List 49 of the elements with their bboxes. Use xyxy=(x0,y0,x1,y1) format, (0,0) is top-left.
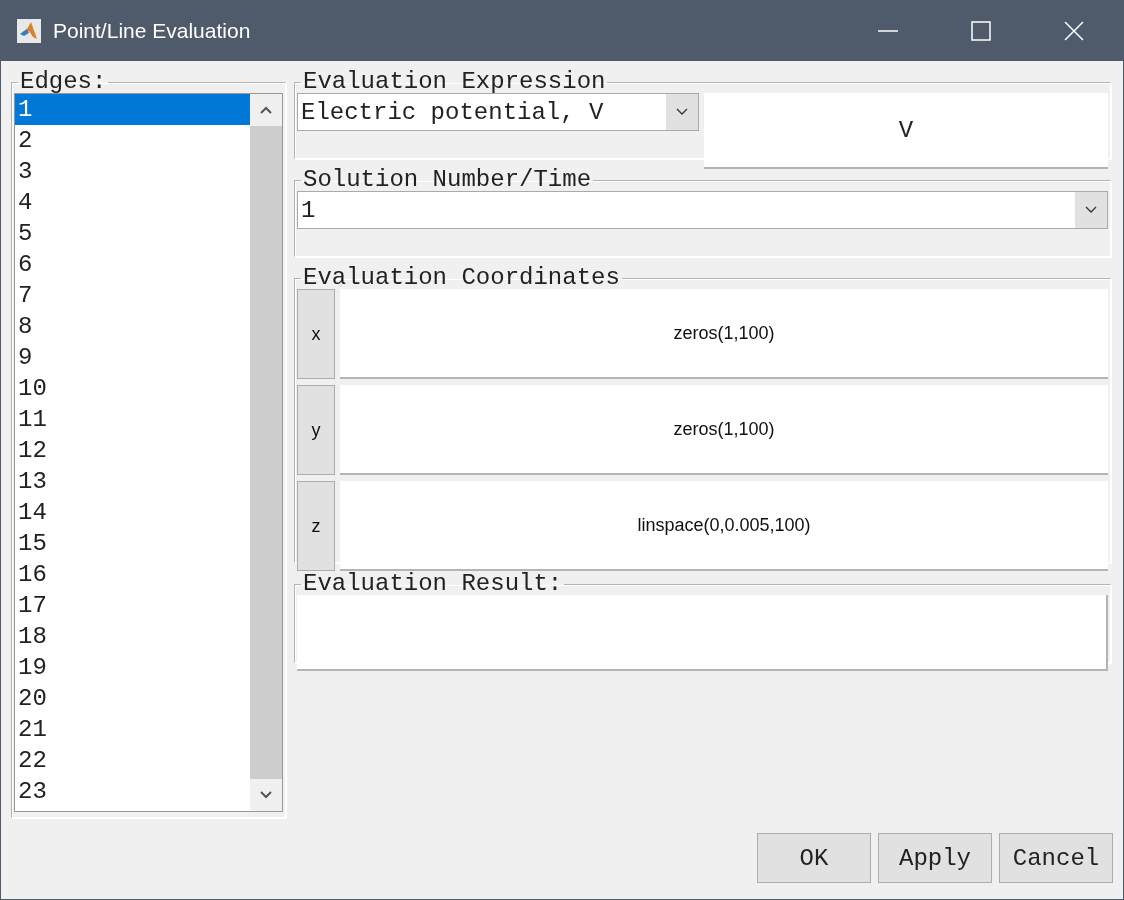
group-label: Evaluation Expression xyxy=(302,71,607,93)
list-item[interactable]: 10 xyxy=(15,373,250,404)
coordinate-field[interactable]: zeros(1,100) xyxy=(340,385,1108,475)
chevron-down-icon xyxy=(676,108,688,116)
coordinate-field[interactable]: linspace(0,0.005,100) xyxy=(340,481,1108,571)
group-label: Evaluation Coordinates xyxy=(302,267,621,289)
app-icon xyxy=(17,18,41,43)
axis-button[interactable]: y xyxy=(297,385,335,475)
expression-dropdown[interactable]: Electric potential, V xyxy=(297,93,699,131)
list-item[interactable]: 14 xyxy=(15,497,250,528)
list-item[interactable]: 11 xyxy=(15,404,250,435)
list-item[interactable]: 5 xyxy=(15,218,250,249)
coordinate-field[interactable]: zeros(1,100) xyxy=(340,289,1108,379)
list-item[interactable]: 18 xyxy=(15,621,250,652)
list-item[interactable]: 13 xyxy=(15,466,250,497)
list-item[interactable]: 7 xyxy=(15,280,250,311)
list-item[interactable]: 2 xyxy=(15,125,250,156)
window-title: Point/Line Evaluation xyxy=(53,18,251,43)
group-label: Edges: xyxy=(19,71,108,93)
group-label: Solution Number/Time xyxy=(302,169,593,191)
list-item[interactable]: 6 xyxy=(15,249,250,280)
dialog-button[interactable]: Cancel xyxy=(999,833,1113,883)
list-item[interactable]: 12 xyxy=(15,435,250,466)
list-item[interactable]: 9 xyxy=(15,342,250,373)
scroll-down-icon[interactable] xyxy=(260,791,272,799)
axis-button[interactable]: x xyxy=(297,289,335,379)
dialog-button[interactable]: Apply xyxy=(878,833,992,883)
list-item[interactable]: 8 xyxy=(15,311,250,342)
group-label: Evaluation Result: xyxy=(302,573,564,595)
list-item[interactable]: 19 xyxy=(15,652,250,683)
solution-dropdown[interactable]: 1 xyxy=(297,191,1108,229)
list-item[interactable]: 3 xyxy=(15,156,250,187)
result-field[interactable] xyxy=(297,595,1108,671)
list-item[interactable]: 16 xyxy=(15,559,250,590)
list-item[interactable]: 4 xyxy=(15,187,250,218)
list-item[interactable]: 23 xyxy=(15,776,250,807)
chevron-down-icon xyxy=(1085,206,1097,214)
list-item[interactable]: 21 xyxy=(15,714,250,745)
axis-button[interactable]: z xyxy=(297,481,335,571)
unit-display: V xyxy=(704,93,1108,169)
close-icon[interactable] xyxy=(1064,20,1084,41)
scroll-up-icon[interactable] xyxy=(260,106,272,114)
list-item[interactable]: 15 xyxy=(15,528,250,559)
list-item[interactable]: 22 xyxy=(15,745,250,776)
list-item[interactable]: 20 xyxy=(15,683,250,714)
list-item[interactable]: 1 xyxy=(15,94,250,125)
list-item[interactable]: 17 xyxy=(15,590,250,621)
maximize-icon[interactable] xyxy=(971,20,991,41)
dialog-button[interactable]: OK xyxy=(757,833,871,883)
